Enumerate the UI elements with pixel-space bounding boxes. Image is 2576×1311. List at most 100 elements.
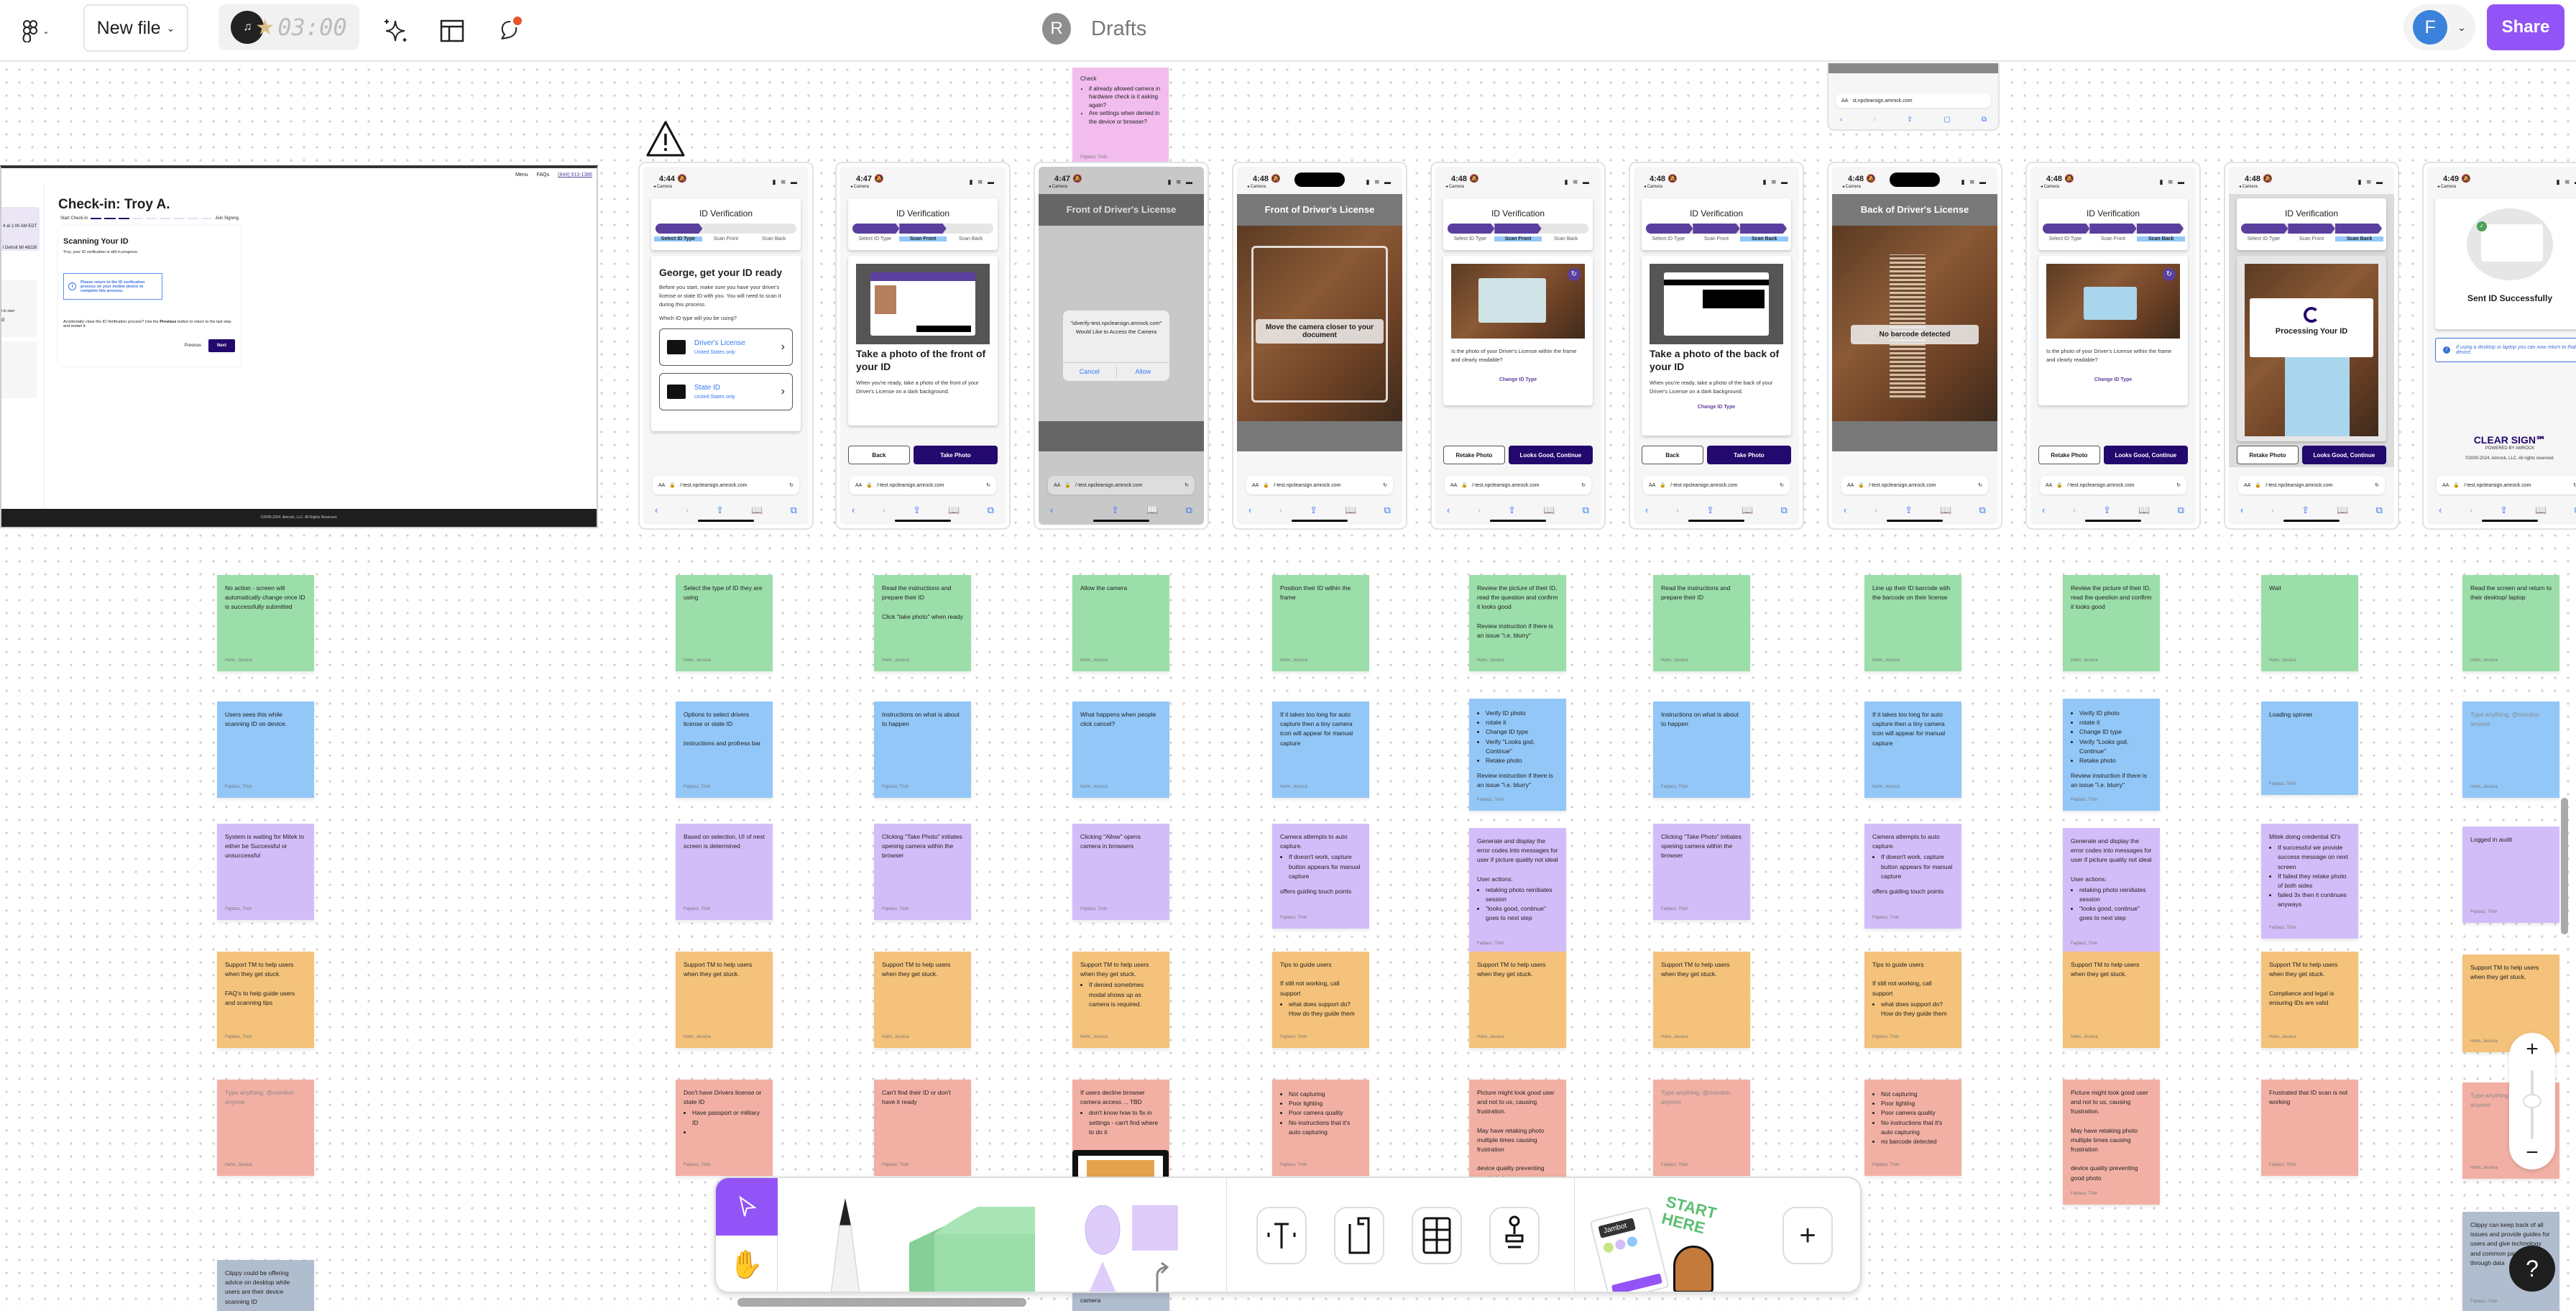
- browser-url-bar[interactable]: AA🔒/-test.npclearsign.amrock.com↻: [2040, 476, 2186, 494]
- desktop-menu-link[interactable]: Menu: [515, 172, 528, 178]
- sticky-note-red[interactable]: Frustrated that ID scan is not working Fe…: [2261, 1080, 2358, 1176]
- change-id-type-link[interactable]: Change ID Type: [1650, 405, 1783, 410]
- main-menu-button[interactable]: ⌄: [13, 16, 59, 46]
- phone-screenshot-6[interactable]: 4:48 🔕 ◂ Camera ▮ ≋ ▬ ID Verification Select…: [1629, 162, 1804, 530]
- browser-url-bar[interactable]: AA🔒/-test.npclearsign.amrock.com↻: [1048, 476, 1195, 494]
- tabs-icon[interactable]: ⧉: [1979, 505, 1986, 516]
- sticky-note-blue[interactable]: If it takes too long for auto capture th…: [1864, 702, 1961, 798]
- reload-icon[interactable]: ↻: [1581, 482, 1586, 488]
- phone-screenshot-8[interactable]: 4:48 🔕 ◂ Camera ▮ ≋ ▬ ID Verification Select…: [2025, 162, 2201, 530]
- sticky-note-purple[interactable]: Mitek doing credential ID's If successful…: [2261, 824, 2358, 939]
- forward-icon[interactable]: ›: [1874, 505, 1877, 516]
- bookmarks-icon[interactable]: 📖: [2337, 505, 2348, 516]
- zoom-in-button[interactable]: +: [2509, 1037, 2555, 1062]
- sticky-note-purple[interactable]: Based on selection, UI of next screen is…: [676, 824, 773, 920]
- back-icon[interactable]: ‹: [2042, 505, 2045, 516]
- rotate-icon[interactable]: ↻: [1568, 268, 1581, 281]
- sticky-note-green[interactable]: Wait Hahn, Jessica: [2261, 575, 2358, 671]
- bookmarks-icon[interactable]: 📖: [1146, 505, 1158, 516]
- sticky-note-blue[interactable]: What happens when people click cancel? Ha…: [1072, 702, 1169, 798]
- reload-icon[interactable]: ↻: [1780, 482, 1784, 488]
- sticky-note-red[interactable]: Type anything, @mention anyone Fejdasz, T…: [1653, 1080, 1750, 1176]
- sticky-note-orange[interactable]: Support TM to help users when they get s…: [676, 952, 773, 1048]
- forward-icon[interactable]: ›: [2271, 505, 2274, 516]
- browser-url-bar[interactable]: AA🔒/-test.npclearsign.amrock.com↻: [1841, 476, 1988, 494]
- account-menu[interactable]: F ⌄: [2404, 4, 2475, 50]
- change-id-type-link[interactable]: Change ID Type: [1451, 377, 1585, 382]
- sticky-note-orange[interactable]: Support TM to help users when they get s…: [874, 952, 971, 1048]
- sticky-note-red[interactable]: Can't find their ID or don't have it rea…: [874, 1080, 971, 1176]
- phone-screenshot-top[interactable]: AA st.npclearsign.amrock.com ‹ › ⇪ ▢ ⧉: [1827, 63, 2000, 131]
- take-photo-button[interactable]: Take Photo: [1706, 446, 1791, 464]
- sticky-note-check[interactable]: Check if already allowed camera in hardw…: [1072, 68, 1169, 165]
- reload-icon[interactable]: ↻: [1383, 482, 1387, 488]
- tabs-icon[interactable]: ⧉: [791, 505, 797, 516]
- reload-icon[interactable]: ↻: [1184, 482, 1189, 488]
- sticky-note-purple[interactable]: System is waiting for Mitek to either be…: [217, 824, 314, 920]
- bookmarks-icon[interactable]: 📖: [2138, 505, 2150, 516]
- drivers-license-option[interactable]: Driver's License United States only ›: [659, 328, 793, 367]
- sticky-note-tool[interactable]: [906, 1200, 1049, 1292]
- desktop-faqs-link[interactable]: FAQs: [537, 172, 550, 178]
- sticky-note-orange[interactable]: Support TM to help users when they get s…: [217, 952, 314, 1048]
- phone-screenshot-5[interactable]: 4:48 🔕 ◂ Camera ▮ ≋ ▬ ID Verification Select…: [1430, 162, 1606, 530]
- browser-url-bar[interactable]: AA🔒/-test.npclearsign.amrock.com↻: [1445, 476, 1591, 494]
- sticky-note-purple[interactable]: Generate and display the error codes int…: [1469, 828, 1566, 954]
- sticky-note-orange[interactable]: Support TM to help users when they get s…: [1653, 952, 1750, 1048]
- back-icon[interactable]: ‹: [1050, 505, 1053, 516]
- bookmarks-icon[interactable]: 📖: [1543, 505, 1555, 516]
- share-button[interactable]: Share: [2487, 4, 2564, 50]
- sticky-note-red[interactable]: Not capturingPoor lightingPoor camera qu…: [1272, 1080, 1369, 1176]
- browser-url-bar[interactable]: AA🔒/-test.npclearsign.amrock.com↻: [2437, 476, 2576, 494]
- zoom-out-button[interactable]: −: [2509, 1141, 2555, 1165]
- table-tool[interactable]: [1412, 1207, 1462, 1264]
- desktop-phone-link[interactable]: (844) 913-1386: [558, 172, 592, 178]
- sticky-note-red[interactable]: Not capturingPoor lightingPoor camera qu…: [1864, 1080, 1961, 1176]
- sticky-note-blue[interactable]: Instructions on what is about to happen F…: [1653, 702, 1750, 798]
- tabs-icon[interactable]: ⧉: [1781, 505, 1788, 516]
- forward-icon[interactable]: ›: [2073, 505, 2076, 516]
- ai-button[interactable]: [377, 14, 414, 47]
- back-icon[interactable]: ‹: [2240, 505, 2243, 516]
- sticky-note-blue[interactable]: Users sees this while scanning ID on dev…: [217, 702, 314, 798]
- select-tool[interactable]: [716, 1178, 778, 1236]
- share-icon[interactable]: ⇪: [2301, 505, 2309, 516]
- rotate-icon[interactable]: ↻: [2163, 268, 2176, 281]
- reload-icon[interactable]: ↻: [986, 482, 990, 488]
- reload-icon[interactable]: ↻: [2573, 482, 2576, 488]
- tabs-icon[interactable]: ⧉: [1583, 505, 1589, 516]
- forward-icon[interactable]: ›: [1676, 505, 1679, 516]
- share-icon[interactable]: ⇪: [1706, 505, 1714, 516]
- sticky-note-blue[interactable]: Verify ID photorotate itChange ID typeVe…: [1469, 699, 1566, 811]
- phone-screenshot-4[interactable]: 4:48 🔕 ◂ Camera ▮ ≋ ▬ Front of Driver's Lic…: [1232, 162, 1407, 530]
- sticky-note-blue[interactable]: Type anything, @mention anyone Hahn, Jess…: [2462, 702, 2559, 798]
- tabs-icon[interactable]: ⧉: [1186, 505, 1192, 516]
- sticky-note-green[interactable]: Select the type of ID they are using Hahn…: [676, 575, 773, 671]
- sticky-note-orange[interactable]: Support TM to help users when they get s…: [2261, 952, 2358, 1048]
- back-icon[interactable]: ‹: [1645, 505, 1648, 516]
- sticky-note-orange[interactable]: Tips to guide users If still not working…: [1272, 952, 1369, 1048]
- sticky-note-green[interactable]: Line up their ID barcode with the barcod…: [1864, 575, 1961, 671]
- sticky-note-purple[interactable]: Logged in audit Fejdasz, Trish: [2462, 827, 2559, 923]
- sticky-note-red[interactable]: Don't have Drivers license or state ID Ha…: [676, 1080, 773, 1176]
- phone-screenshot-2[interactable]: 4:47 🔕 ◂ Camera ▮ ≋ ▬ ID Verification Select…: [835, 162, 1011, 530]
- layout-button[interactable]: [434, 14, 470, 47]
- looks-good-button[interactable]: Looks Good, Continue: [1508, 446, 1593, 464]
- forward-icon[interactable]: ›: [686, 505, 689, 516]
- forward-icon[interactable]: ›: [883, 505, 886, 516]
- sticky-note-purple[interactable]: Camera attempts to auto capture. If doesn…: [1272, 824, 1369, 929]
- shape-tool[interactable]: [1078, 1205, 1186, 1292]
- change-id-type-link[interactable]: Change ID Type: [2046, 377, 2180, 382]
- help-button[interactable]: ?: [2509, 1246, 2555, 1292]
- sticky-note-green[interactable]: Allow the camera Hahn, Jessica: [1072, 575, 1169, 671]
- bookmarks-icon[interactable]: 📖: [1742, 505, 1753, 516]
- location-breadcrumb[interactable]: R Drafts: [1042, 7, 1172, 50]
- more-tools-button[interactable]: +: [1782, 1207, 1833, 1264]
- sticky-note-green[interactable]: Read the instructions and prepare their …: [874, 575, 971, 671]
- sticky-note-blue[interactable]: Instructions on what is about to happen F…: [874, 702, 971, 798]
- back-icon[interactable]: ‹: [1447, 505, 1450, 516]
- share-icon[interactable]: ⇪: [1310, 505, 1317, 516]
- share-icon[interactable]: ⇪: [1905, 505, 1913, 516]
- forward-icon[interactable]: ›: [2470, 505, 2472, 516]
- forward-icon[interactable]: ›: [1478, 505, 1481, 516]
